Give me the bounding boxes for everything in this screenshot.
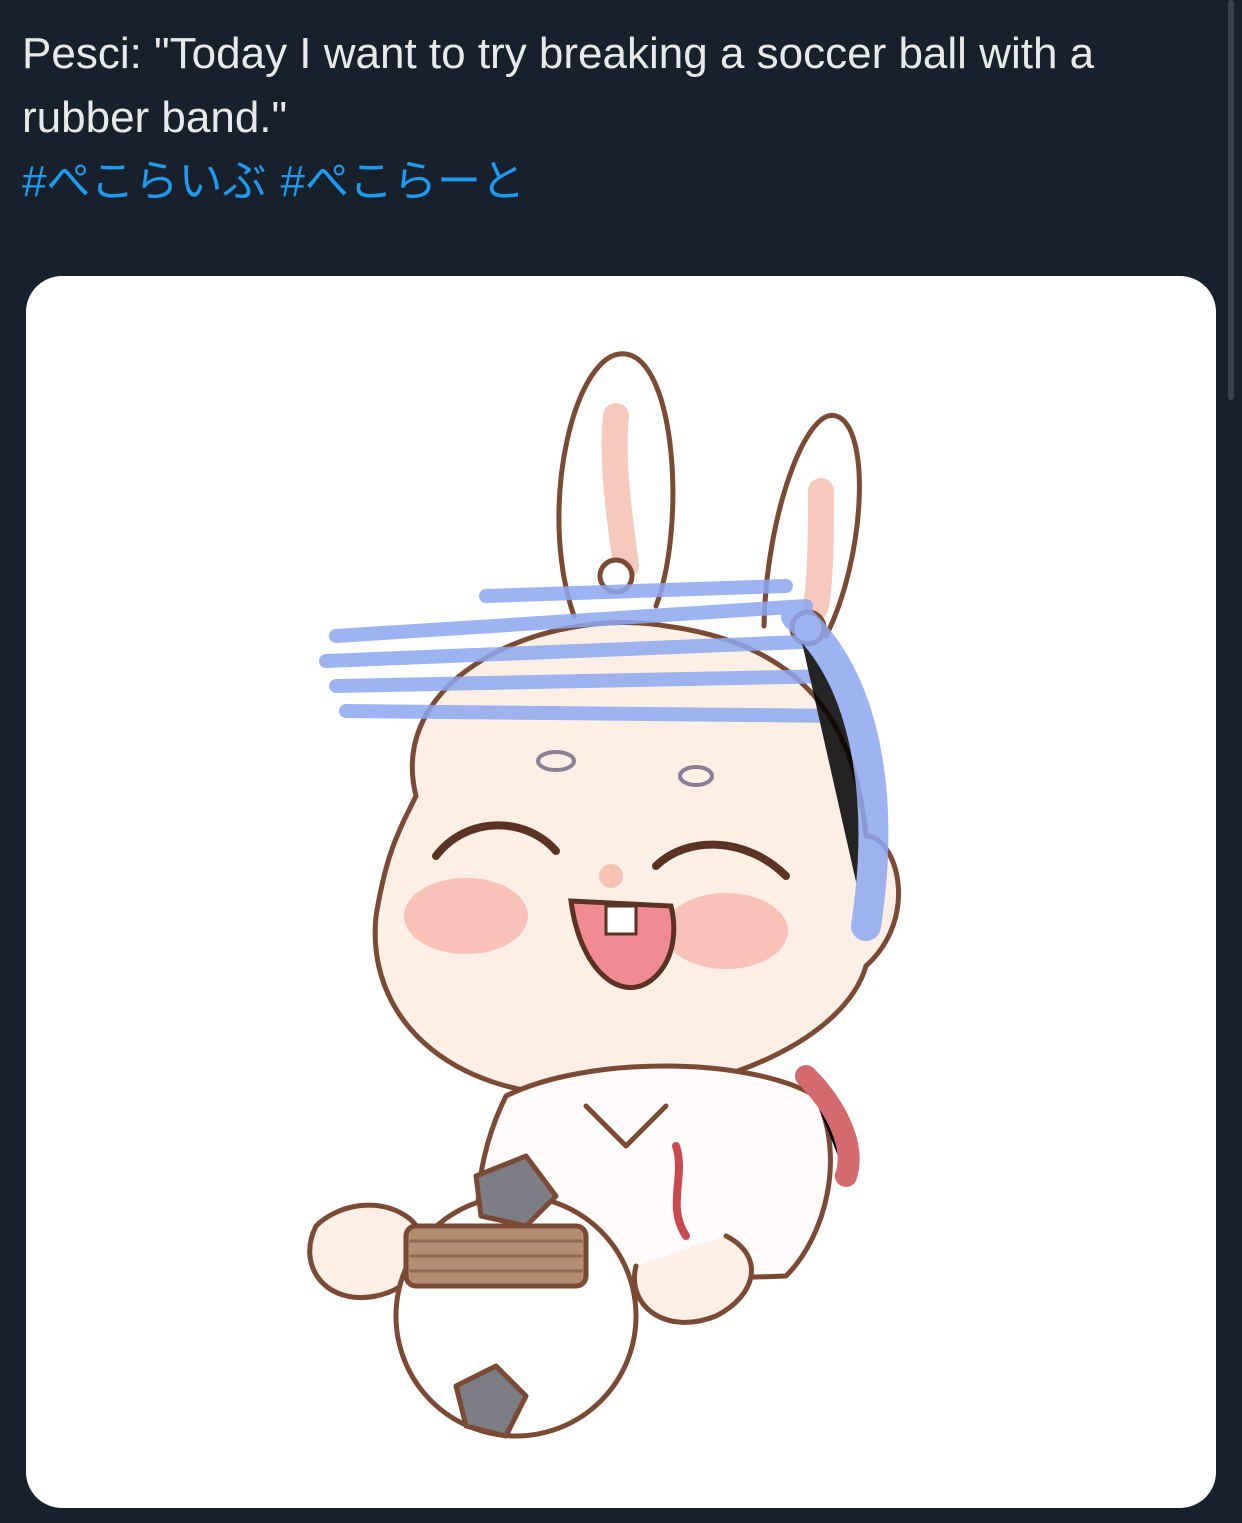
hashtag-list: #ぺこらいぶ #ぺこらーと (22, 150, 1202, 214)
tweet-text: Pesci: "Today I want to try breaking a s… (22, 22, 1202, 214)
tweet-body: Pesci: "Today I want to try breaking a s… (22, 29, 1095, 142)
hashtag-link[interactable]: #ぺこらいぶ (22, 157, 266, 206)
tweet-image[interactable] (26, 276, 1216, 1508)
left-blush (404, 878, 528, 954)
right-blush (664, 893, 788, 969)
illustration-image (307, 351, 902, 1439)
scrollbar[interactable] (1228, 0, 1234, 400)
hashtag-link[interactable]: #ぺこらーと (280, 157, 524, 206)
